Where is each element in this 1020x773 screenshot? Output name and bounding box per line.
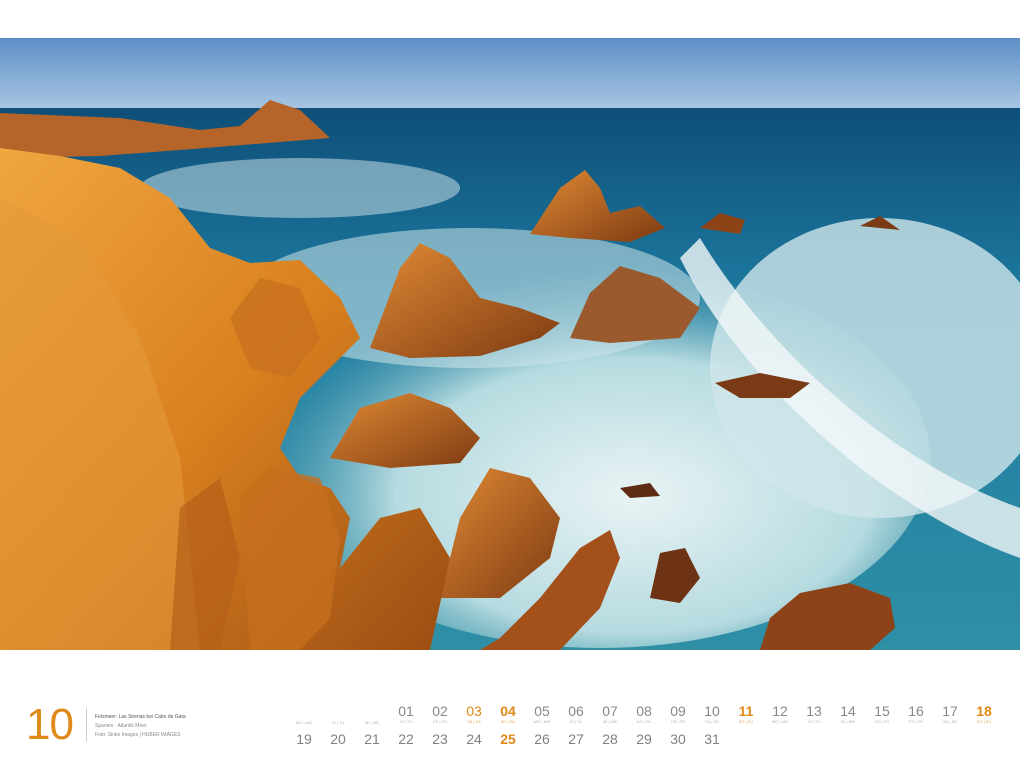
weekday-text: FR | FR — [671, 719, 685, 724]
coastal-rocks-illustration — [0, 38, 1020, 650]
calendar-day-15: 15 DO | TH — [865, 703, 899, 725]
day-number: 05 — [534, 703, 550, 719]
weekday-text: MI | WE — [602, 719, 618, 724]
day-number: 03 — [466, 703, 482, 719]
caption-credit: Foto: Sinke Images | HUBER IMAGES — [95, 732, 181, 738]
weekday-text: MI | WE — [364, 720, 380, 725]
day-number: 28 — [602, 731, 618, 747]
calendar-day-19: 19 — [287, 731, 321, 747]
weekday-text: DI | TU — [399, 719, 413, 724]
day-number: 31 — [704, 731, 720, 747]
day-number: 21 — [364, 731, 380, 747]
weekday-text: MO | MO — [771, 719, 789, 724]
calendar-day-28: 28 — [593, 731, 627, 747]
month-divider — [86, 708, 87, 742]
day-number: 17 — [942, 703, 958, 719]
day-number: 22 — [398, 731, 414, 747]
calendar-day-03: 03 SA | SA — [457, 703, 491, 725]
weekday-text: SA | SA — [467, 719, 481, 724]
calendar-grid: MO | MO DI | TU MI | WE 01 DI | TU 02 FR | FR 0… — [287, 703, 1007, 753]
day-number: 10 — [704, 703, 720, 719]
day-number: 14 — [840, 703, 856, 719]
calendar-day-06: 06 DI | TU — [559, 703, 593, 725]
photo-caption: Felsmeer: Las Sirenas bei Cabo de Gata S… — [95, 713, 186, 740]
day-number: 20 — [330, 731, 346, 747]
calendar-day-02: 02 FR | FR — [423, 703, 457, 725]
day-number: 26 — [534, 731, 550, 747]
day-number: 16 — [908, 703, 924, 719]
calendar-day-27: 27 — [559, 731, 593, 747]
calendar-day-29: 29 — [627, 731, 661, 747]
weekday-text: DI | TU — [331, 720, 345, 725]
calendar-day-07: 07 MI | WE — [593, 703, 627, 725]
day-number: 08 — [636, 703, 652, 719]
day-number: 12 — [772, 703, 788, 719]
day-number: 06 — [568, 703, 584, 719]
day-number: 25 — [500, 731, 516, 747]
calendar-day-16: 16 FR | FR — [899, 703, 933, 725]
weekday-text: SA | SA — [943, 719, 957, 724]
calendar-day-21: 21 — [355, 731, 389, 747]
day-number: 30 — [670, 731, 686, 747]
weekday-text: SO | SU — [500, 719, 516, 724]
calendar-day-26: 26 — [525, 731, 559, 747]
caption-location: Spanien · Atlantik Meer — [95, 723, 147, 729]
weekday-text: FR | FR — [909, 719, 923, 724]
day-number: 15 — [874, 703, 890, 719]
calendar-day-11: 11 SO | SU — [729, 703, 763, 725]
day-number: 27 — [568, 731, 584, 747]
weekday-text: SA | SA — [705, 719, 719, 724]
calendar-day-20: 20 — [321, 731, 355, 747]
calendar-day-12: 12 MO | MO — [763, 703, 797, 725]
weekday-text: FR | FR — [433, 719, 447, 724]
weekday-label: MI | WE — [355, 720, 389, 726]
weekday-text: SO | SU — [976, 719, 992, 724]
calendar-day-18: 18 SO | SU — [967, 703, 1001, 725]
weekday-text: DI | TU — [569, 719, 583, 724]
calendar-day-04: 04 SO | SU — [491, 703, 525, 725]
day-number: 04 — [500, 703, 516, 719]
calendar-day-22: 22 — [389, 731, 423, 747]
weekday-text: DO | TH — [874, 719, 890, 724]
calendar-day-14: 14 MI | WE — [831, 703, 865, 725]
weekday-text: DO | TH — [636, 719, 652, 724]
calendar-day-24: 24 — [457, 731, 491, 747]
landscape-photo — [0, 38, 1020, 650]
day-number: 13 — [806, 703, 822, 719]
day-number: 07 — [602, 703, 618, 719]
day-number: 02 — [432, 703, 448, 719]
calendar-day-31: 31 — [695, 731, 729, 747]
calendar-day-17: 17 SA | SA — [933, 703, 967, 725]
weekday-text: MO | MO — [533, 719, 551, 724]
calendar-day-30: 30 — [661, 731, 695, 747]
weekday-label: MO | MO — [287, 720, 321, 726]
month-number: 10 — [26, 700, 74, 749]
weekday-label: DI | TU — [321, 720, 355, 726]
weekday-text: DI | TU — [807, 719, 821, 724]
day-number: 18 — [976, 703, 992, 719]
day-number: 11 — [738, 703, 754, 719]
day-number: 19 — [296, 731, 312, 747]
weekday-text: MI | WE — [840, 719, 856, 724]
day-number: 01 — [398, 703, 414, 719]
calendar-day-10: 10 SA | SA — [695, 703, 729, 725]
day-number: 09 — [670, 703, 686, 719]
calendar-day-13: 13 DI | TU — [797, 703, 831, 725]
day-number: 29 — [636, 731, 652, 747]
day-number: 23 — [432, 731, 448, 747]
calendar-day-05: 05 MO | MO — [525, 703, 559, 725]
weekday-text: MO | MO — [295, 720, 313, 725]
weekday-text: SO | SU — [738, 719, 754, 724]
caption-title: Felsmeer: Las Sirenas bei Cabo de Gata — [95, 714, 186, 720]
calendar-day-08: 08 DO | TH — [627, 703, 661, 725]
calendar-day-23: 23 — [423, 731, 457, 747]
calendar-day-09: 09 FR | FR — [661, 703, 695, 725]
day-number: 24 — [466, 731, 482, 747]
calendar-day-01: 01 DI | TU — [389, 703, 423, 725]
calendar-day-25: 25 — [491, 731, 525, 747]
